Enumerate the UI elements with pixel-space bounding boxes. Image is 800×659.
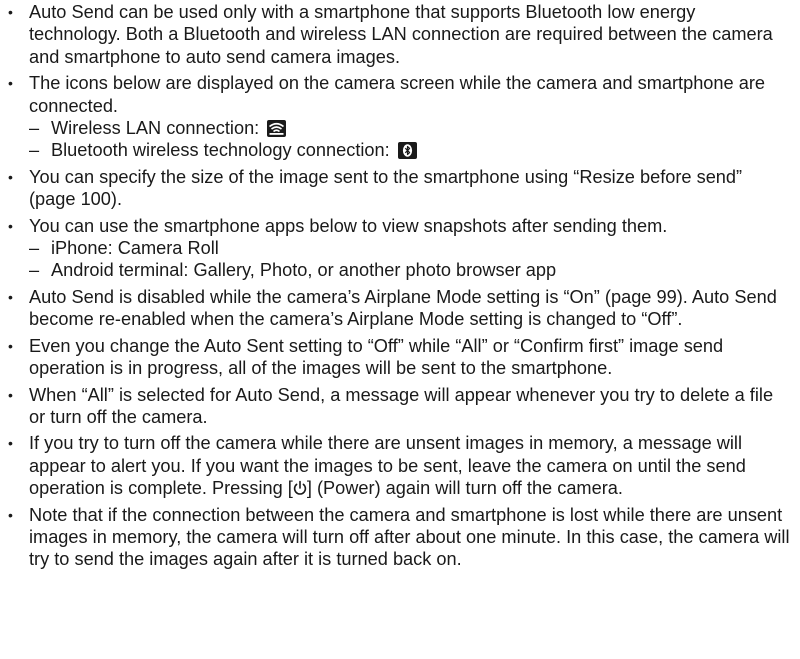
notes-list: Auto Send can be used only with a smartp… xyxy=(0,1,790,571)
note-item: Note that if the connection between the … xyxy=(0,504,790,571)
sub-list: iPhone: Camera Roll Android terminal: Ga… xyxy=(29,237,790,282)
note-text: Note that if the connection between the … xyxy=(29,504,790,570)
note-item: Even you change the Auto Sent setting to… xyxy=(0,335,790,380)
note-item: You can specify the size of the image se… xyxy=(0,166,790,211)
note-text: Auto Send can be used only with a smartp… xyxy=(29,2,773,67)
note-text-after: ] (Power) again will turn off the camera… xyxy=(306,478,623,499)
sub-item-text: Wireless LAN connection: xyxy=(51,118,260,139)
note-text: Auto Send is disabled while the camera’s… xyxy=(29,286,777,330)
power-icon xyxy=(293,480,307,496)
note-text: You can use the smartphone apps below to… xyxy=(29,215,668,236)
note-text: You can specify the size of the image se… xyxy=(29,166,743,210)
sub-list: Wireless LAN connection: Bluetooth wirel… xyxy=(29,117,790,162)
note-text: Even you change the Auto Sent setting to… xyxy=(29,335,724,379)
sub-item: Bluetooth wireless technology connection… xyxy=(29,139,790,162)
sub-item-text: Android terminal: Gallery, Photo, or ano… xyxy=(51,260,557,281)
sub-item: Wireless LAN connection: xyxy=(29,117,790,140)
sub-item: Android terminal: Gallery, Photo, or ano… xyxy=(29,259,790,282)
sub-item: iPhone: Camera Roll xyxy=(29,237,790,260)
note-item: When “All” is selected for Auto Send, a … xyxy=(0,384,790,429)
sub-item-text: iPhone: Camera Roll xyxy=(51,238,219,259)
note-item: You can use the smartphone apps below to… xyxy=(0,215,790,283)
note-item: Auto Send is disabled while the camera’s… xyxy=(0,286,790,331)
wireless-lan-icon xyxy=(267,120,287,138)
sub-item-text: Bluetooth wireless technology connection… xyxy=(51,140,390,161)
page: Auto Send can be used only with a smartp… xyxy=(0,0,800,659)
note-item: The icons below are displayed on the cam… xyxy=(0,72,790,162)
note-item: Auto Send can be used only with a smartp… xyxy=(0,1,790,68)
note-item: If you try to turn off the camera while … xyxy=(0,432,790,499)
note-text: The icons below are displayed on the cam… xyxy=(29,73,765,116)
note-text: When “All” is selected for Auto Send, a … xyxy=(29,384,774,427)
bluetooth-icon xyxy=(397,142,417,160)
